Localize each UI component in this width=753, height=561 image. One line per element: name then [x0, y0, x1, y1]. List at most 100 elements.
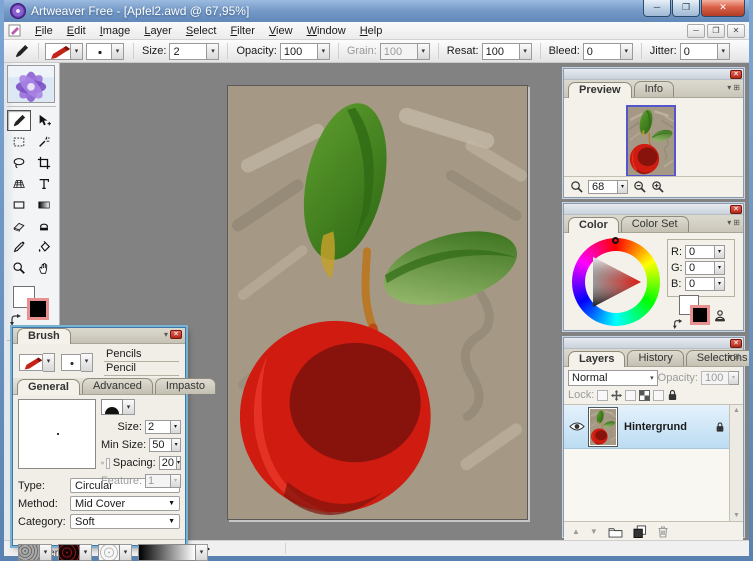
scroll-up-icon[interactable]: ▲: [733, 407, 740, 414]
dialog-stroke-dropdown[interactable]: ▾: [81, 352, 93, 372]
preview-thumbnail[interactable]: [626, 105, 676, 177]
blue-input[interactable]: 0: [685, 277, 715, 291]
size-input[interactable]: 2: [169, 42, 208, 60]
resat-input[interactable]: 100: [481, 42, 520, 60]
green-input[interactable]: 0: [685, 261, 715, 275]
brush-dialog-close-icon[interactable]: ✕: [170, 330, 182, 339]
magic-wand-tool[interactable]: [32, 131, 56, 152]
fill-bucket-tool[interactable]: [32, 236, 56, 257]
background-color-swatch[interactable]: [690, 305, 710, 325]
paper-texture-dropdown[interactable]: ▾: [120, 544, 132, 561]
tab-color[interactable]: Color: [568, 217, 619, 233]
child-close-button[interactable]: ✕: [727, 23, 745, 38]
swap-colors-icon[interactable]: [9, 314, 22, 326]
text-tool[interactable]: [32, 173, 56, 194]
paper-texture-combo[interactable]: ▾: [98, 544, 132, 561]
pattern-texture-combo[interactable]: ▾: [58, 544, 92, 561]
bleed-spinner[interactable]: ▾: [620, 42, 633, 60]
child-minimize-button[interactable]: ─: [687, 23, 705, 38]
tab-layers[interactable]: Layers: [568, 351, 626, 367]
shape-rect-tool[interactable]: [7, 194, 31, 215]
menu-filter[interactable]: Filter: [223, 24, 261, 38]
dialog-size-input[interactable]: 2: [145, 420, 171, 434]
hand-tool[interactable]: [32, 257, 56, 278]
dialog-stroke-preset-combo[interactable]: ▾: [61, 352, 93, 372]
panel-menu-arrow-icon[interactable]: ▾: [727, 218, 731, 227]
blend-mode-select[interactable]: Normal ▾: [568, 370, 658, 386]
spacing-checkbox[interactable]: [105, 457, 110, 469]
move-tool[interactable]: [32, 110, 56, 131]
dialog-brush-dropdown[interactable]: ▾: [43, 352, 55, 372]
opacity-input[interactable]: 100: [279, 42, 318, 60]
method-select[interactable]: Mid Cover ▼: [70, 496, 180, 511]
menu-window[interactable]: Window: [300, 24, 353, 38]
eyedropper-tool[interactable]: [7, 236, 31, 257]
preview-panel-grip[interactable]: ✕: [564, 69, 743, 80]
pattern-texture-dropdown[interactable]: ▾: [80, 544, 92, 561]
dialog-size-spinner[interactable]: ▾: [171, 420, 181, 434]
brush-tool[interactable]: [7, 110, 31, 131]
color-panel-grip[interactable]: ✕: [564, 204, 743, 215]
layer-list-scrollbar[interactable]: ▲ ▼: [729, 405, 743, 521]
new-group-folder-icon[interactable]: [608, 526, 623, 538]
brush-tip-combo[interactable]: ▾: [101, 399, 181, 415]
red-spinner[interactable]: ▾: [715, 245, 725, 259]
brush-dialog-titlebar[interactable]: Brush ▾ ✕: [13, 328, 185, 344]
red-input[interactable]: 0: [685, 245, 715, 259]
gradient-texture-dropdown[interactable]: ▾: [196, 544, 208, 561]
eraser-tool[interactable]: [7, 215, 31, 236]
jitter-spinner[interactable]: ▾: [717, 42, 730, 60]
panel-menu-icon[interactable]: ⊞: [733, 218, 740, 227]
mesh-tool[interactable]: [7, 173, 31, 194]
layer-name[interactable]: Hintergrund: [624, 421, 687, 433]
noise-texture-combo[interactable]: ▾: [18, 544, 52, 561]
color-panel-close-icon[interactable]: ✕: [730, 205, 742, 214]
tab-history[interactable]: History: [627, 350, 684, 366]
menu-select[interactable]: Select: [179, 24, 224, 38]
dialog-spacing-input[interactable]: 20: [158, 456, 177, 470]
brush-tip-dropdown[interactable]: ▾: [123, 399, 135, 415]
minimize-button[interactable]: ─: [643, 0, 671, 17]
tab-general[interactable]: General: [17, 379, 80, 395]
size-spinner[interactable]: ▾: [207, 42, 220, 60]
panel-menu-icon[interactable]: ⊞: [733, 352, 740, 361]
panel-menu-arrow-icon[interactable]: ▾: [727, 83, 731, 92]
panel-menu-icon[interactable]: ⊞: [733, 83, 740, 92]
menu-view[interactable]: View: [262, 24, 300, 38]
layer-visibility-eye-icon[interactable]: [568, 421, 586, 432]
new-layer-icon[interactable]: [633, 525, 647, 538]
scroll-down-icon[interactable]: ▼: [733, 512, 740, 519]
noise-texture-dropdown[interactable]: ▾: [40, 544, 52, 561]
panel-menu-arrow-icon[interactable]: ▾: [727, 352, 731, 361]
menu-help[interactable]: Help: [353, 24, 390, 38]
gradient-texture-combo[interactable]: ▾: [138, 544, 208, 561]
dialog-minsize-spinner[interactable]: ▾: [172, 438, 181, 452]
tab-info[interactable]: Info: [633, 81, 674, 97]
hue-marker-icon[interactable]: [612, 237, 619, 244]
preview-zoom-spinner[interactable]: ▾: [618, 179, 628, 194]
jitter-input[interactable]: 0: [679, 42, 718, 60]
green-spinner[interactable]: ▾: [715, 261, 725, 275]
color-mixer-icon[interactable]: [713, 309, 727, 323]
gradient-tool[interactable]: [32, 194, 56, 215]
bleed-input[interactable]: 0: [582, 42, 621, 60]
brush-dialog-title-tab[interactable]: Brush: [17, 328, 71, 344]
panel-menu-arrow-icon[interactable]: ▾: [164, 330, 168, 339]
swap-colors-icon[interactable]: [673, 319, 683, 329]
layer-thumbnail[interactable]: [590, 408, 616, 445]
clone-stamp-tool[interactable]: [32, 215, 56, 236]
tab-impasto[interactable]: Impasto: [154, 378, 217, 394]
maximize-button[interactable]: ❐: [672, 0, 700, 17]
tab-color-set[interactable]: Color Set: [620, 216, 689, 232]
painting-canvas[interactable]: [227, 85, 528, 520]
crop-tool[interactable]: [32, 152, 56, 173]
blue-spinner[interactable]: ▾: [715, 277, 725, 291]
preview-zoom-value[interactable]: 68: [588, 179, 618, 194]
menu-layer[interactable]: Layer: [137, 24, 179, 38]
zoom-in-icon[interactable]: [651, 180, 664, 193]
menu-file[interactable]: File: [28, 24, 60, 38]
layers-panel-grip[interactable]: ✕: [564, 338, 743, 349]
lock-pixels-checkbox[interactable]: [625, 389, 637, 401]
zoom-tool[interactable]: [7, 257, 31, 278]
dialog-brush-preset-combo[interactable]: ▾: [19, 352, 55, 372]
